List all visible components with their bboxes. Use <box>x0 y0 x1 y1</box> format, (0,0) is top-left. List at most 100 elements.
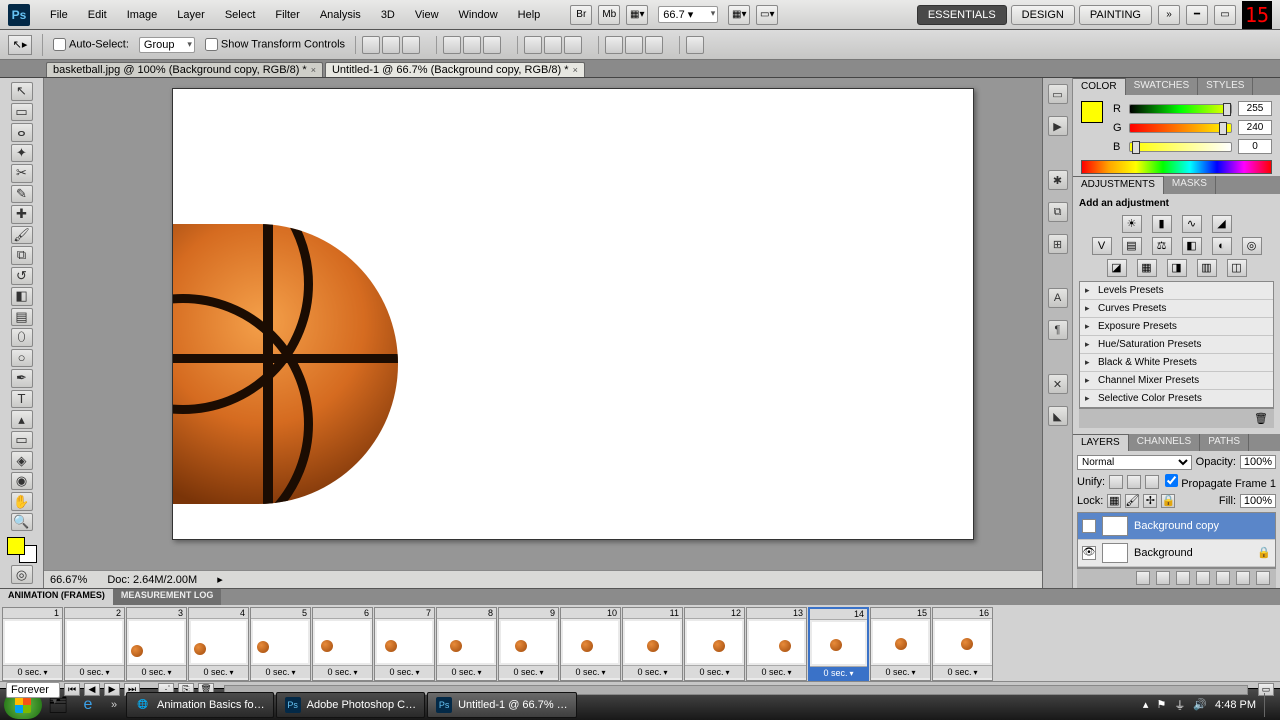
brush-tool-icon[interactable]: 🖌 <box>11 226 33 245</box>
tab-adjustments[interactable]: ADJUSTMENTS <box>1073 176 1164 193</box>
threshold-icon[interactable]: ◨ <box>1167 259 1187 277</box>
visibility-icon[interactable]: 👁 <box>1082 546 1096 560</box>
preset-item[interactable]: Channel Mixer Presets <box>1080 372 1273 390</box>
eraser-tool-icon[interactable]: ◧ <box>11 287 33 306</box>
exposure-icon[interactable]: ◢ <box>1212 215 1232 233</box>
tab-color[interactable]: COLOR <box>1073 78 1126 95</box>
animation-frame[interactable]: 160 sec. <box>932 607 993 681</box>
invert-icon[interactable]: ◪ <box>1107 259 1127 277</box>
animation-frame[interactable]: 10 sec. <box>2 607 63 681</box>
show-desktop-button[interactable] <box>1264 693 1272 717</box>
align-right-icon[interactable] <box>483 36 501 54</box>
auto-select-mode[interactable]: Group <box>139 37 195 53</box>
taskbar-item[interactable]: PsAdobe Photoshop C… <box>276 692 425 718</box>
frame-delay[interactable]: 0 sec. <box>871 665 930 678</box>
animation-frame[interactable]: 130 sec. <box>746 607 807 681</box>
taskbar-chevron-icon[interactable]: » <box>104 699 124 711</box>
tab-animation-frames[interactable]: ANIMATION (FRAMES) <box>0 589 113 605</box>
hand-tool-icon[interactable]: ✋ <box>11 492 33 511</box>
distribute-left-icon[interactable] <box>605 36 623 54</box>
frame-delay[interactable]: 0 sec. <box>251 665 310 678</box>
marquee-tool-icon[interactable]: ▭ <box>11 103 33 122</box>
trash-icon[interactable]: 🗑 <box>1254 412 1268 425</box>
align-bottom-icon[interactable] <box>402 36 420 54</box>
frame-delay[interactable]: 0 sec. <box>810 666 867 679</box>
play-button[interactable]: ▶ <box>104 683 120 696</box>
align-hcenter-icon[interactable] <box>463 36 481 54</box>
frame-delay[interactable]: 0 sec. <box>375 665 434 678</box>
layer-fx-icon[interactable] <box>1156 571 1170 585</box>
blue-value[interactable]: 0 <box>1238 139 1272 154</box>
menu-file[interactable]: File <box>40 0 78 30</box>
workspace-design[interactable]: DESIGN <box>1011 5 1075 25</box>
fill-input[interactable]: 100% <box>1240 494 1276 508</box>
levels-icon[interactable]: ▮ <box>1152 215 1172 233</box>
posterize-icon[interactable]: ▦ <box>1137 259 1157 277</box>
workspace-painting[interactable]: PAINTING <box>1079 5 1152 25</box>
frame-delay[interactable]: 0 sec. <box>685 665 744 678</box>
move-tool-icon[interactable]: ↖ <box>11 82 33 101</box>
opacity-input[interactable]: 100% <box>1240 455 1276 469</box>
preset-item[interactable]: Hue/Saturation Presets <box>1080 336 1273 354</box>
dodge-tool-icon[interactable]: ○ <box>11 349 33 368</box>
frame-delay[interactable]: 0 sec. <box>933 665 992 678</box>
foreground-swatch[interactable] <box>1081 101 1103 123</box>
tab-masks[interactable]: MASKS <box>1164 176 1216 193</box>
menu-analysis[interactable]: Analysis <box>310 0 371 30</box>
screenmode-button[interactable]: ▦▾ <box>626 5 648 25</box>
tab-styles[interactable]: STYLES <box>1198 78 1253 95</box>
quick-mask-icon[interactable]: ◎ <box>11 565 33 584</box>
animation-frame[interactable]: 70 sec. <box>374 607 435 681</box>
arrange-documents-button[interactable]: ▦▾ <box>728 5 750 25</box>
paragraph-panel-icon[interactable]: ¶ <box>1048 320 1068 340</box>
bridge-button[interactable]: Br <box>570 5 592 25</box>
frame-delay[interactable]: 0 sec. <box>747 665 806 678</box>
frame-delay[interactable]: 0 sec. <box>499 665 558 678</box>
lock-transparency-icon[interactable]: ▦ <box>1107 494 1121 508</box>
layer-row[interactable]: 👁Background copy <box>1078 513 1275 540</box>
camera-tool-icon[interactable]: ◉ <box>11 472 33 491</box>
green-value[interactable]: 240 <box>1238 120 1272 135</box>
green-slider[interactable] <box>1129 123 1232 133</box>
align-vcenter-icon[interactable] <box>382 36 400 54</box>
taskbar-item[interactable]: 🌐Animation Basics fo… <box>126 692 274 718</box>
ie-pin-icon[interactable]: e <box>74 692 102 718</box>
animation-frame[interactable]: 150 sec. <box>870 607 931 681</box>
animation-frame[interactable]: 50 sec. <box>250 607 311 681</box>
menu-edit[interactable]: Edit <box>78 0 117 30</box>
tab-measurement-log[interactable]: MEASUREMENT LOG <box>113 589 222 605</box>
frame-delay[interactable]: 0 sec. <box>623 665 682 678</box>
3d-tool-icon[interactable]: ◈ <box>11 451 33 470</box>
animation-frame[interactable]: 110 sec. <box>622 607 683 681</box>
hue-icon[interactable]: ▤ <box>1122 237 1142 255</box>
frame-delay[interactable]: 0 sec. <box>437 665 496 678</box>
animation-frame[interactable]: 40 sec. <box>188 607 249 681</box>
preset-item[interactable]: Curves Presets <box>1080 300 1273 318</box>
clone-panel-icon[interactable]: ⧉ <box>1048 202 1068 222</box>
auto-align-icon[interactable] <box>686 36 704 54</box>
crop-tool-icon[interactable]: ✂ <box>11 164 33 183</box>
zoom-tool-icon[interactable]: 🔍 <box>11 513 33 532</box>
tab-layers[interactable]: LAYERS <box>1073 434 1129 451</box>
more-workspaces-button[interactable]: » <box>1158 5 1180 25</box>
distribute-vcenter-icon[interactable] <box>544 36 562 54</box>
eyedropper-tool-icon[interactable]: ✎ <box>11 185 33 204</box>
distribute-bottom-icon[interactable] <box>564 36 582 54</box>
animation-frame[interactable]: 30 sec. <box>126 607 187 681</box>
animation-frame[interactable]: 80 sec. <box>436 607 497 681</box>
character-panel-icon[interactable]: A <box>1048 288 1068 308</box>
clock[interactable]: 4:48 PM <box>1215 699 1256 711</box>
photo-filter-icon[interactable]: ◐ <box>1212 237 1232 255</box>
document-tab[interactable]: basketball.jpg @ 100% (Background copy, … <box>46 62 323 77</box>
distribute-top-icon[interactable] <box>524 36 542 54</box>
blue-slider[interactable] <box>1129 142 1232 152</box>
tools-panel-icon[interactable]: ✕ <box>1048 374 1068 394</box>
frame-delay[interactable]: 0 sec. <box>561 665 620 678</box>
show-transform-checkbox[interactable]: Show Transform Controls <box>205 38 345 51</box>
menu-select[interactable]: Select <box>215 0 266 30</box>
lock-all-icon[interactable]: 🔒 <box>1161 494 1175 508</box>
channel-mixer-icon[interactable]: ◎ <box>1242 237 1262 255</box>
animation-frame[interactable]: 120 sec. <box>684 607 745 681</box>
frame-delay[interactable]: 0 sec. <box>127 665 186 678</box>
layer-mask-icon[interactable] <box>1176 571 1190 585</box>
